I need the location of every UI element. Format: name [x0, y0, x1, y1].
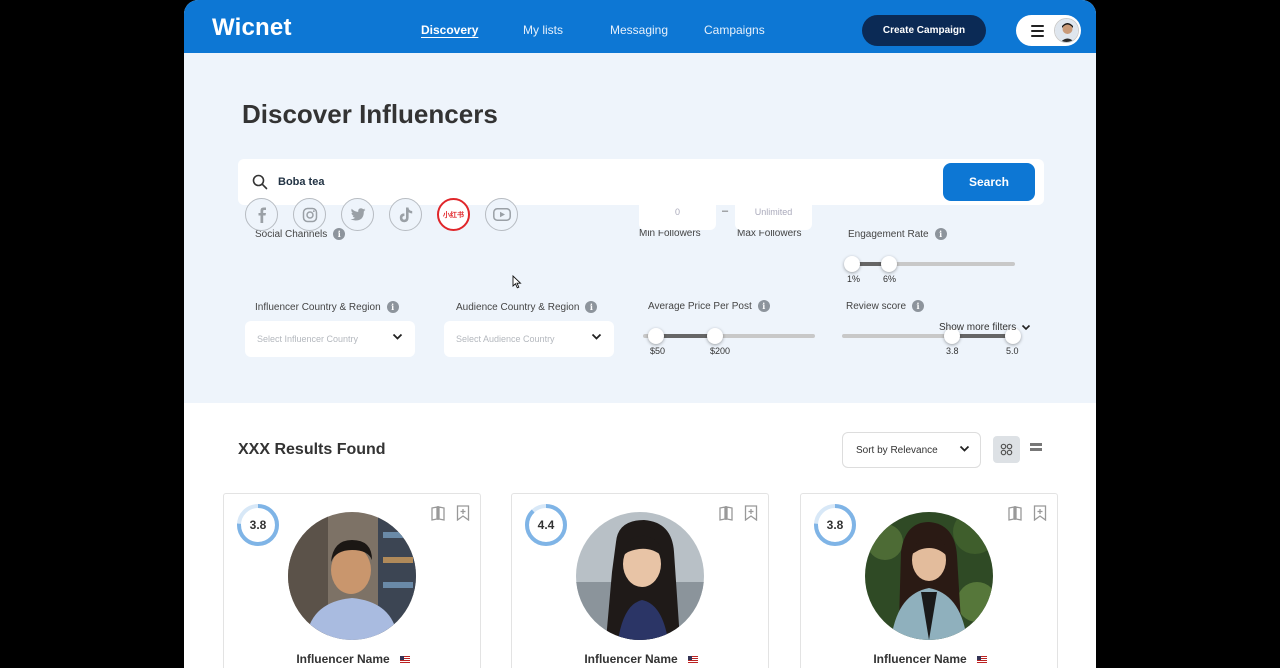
price-min-value: $50 — [650, 346, 666, 356]
review-score-value: 4.4 — [537, 518, 555, 532]
app-window: Wicnet Discovery My lists Messaging Camp… — [184, 0, 1096, 668]
list-view-icon[interactable] — [1030, 443, 1042, 453]
bookmark-add-icon[interactable] — [1033, 505, 1047, 522]
nav-messaging[interactable]: Messaging — [610, 23, 668, 37]
review-max-value: 5.0 — [1006, 346, 1019, 356]
review-score-label: Review score i — [846, 300, 925, 312]
influencer-card[interactable]: 4.4 Influencer Name — [511, 493, 769, 668]
influencer-photo — [288, 512, 416, 640]
influencer-country-label: Influencer Country & Region i — [255, 301, 399, 313]
compare-icon[interactable] — [718, 505, 734, 521]
engagement-min-handle[interactable] — [844, 256, 860, 272]
price-min-handle[interactable] — [648, 328, 664, 344]
grid-view-icon — [1000, 443, 1013, 456]
chevron-down-icon — [392, 333, 403, 340]
review-min-value: 3.8 — [946, 346, 959, 356]
bookmark-add-icon[interactable] — [456, 505, 470, 522]
review-score-range — [952, 334, 1013, 338]
engagement-min-value: 1% — [847, 274, 861, 284]
create-campaign-button[interactable]: Create Campaign — [862, 15, 986, 46]
influencer-name[interactable]: Influencer Name — [584, 652, 677, 666]
range-dash: – — [722, 205, 729, 217]
us-flag-icon — [399, 656, 410, 664]
price-max-handle[interactable] — [707, 328, 723, 344]
max-followers-input[interactable]: Unlimited — [735, 194, 812, 230]
social-channels-label: Social Channels i — [255, 228, 346, 240]
engagement-max-handle[interactable] — [881, 256, 897, 272]
influencer-photo — [865, 512, 993, 640]
influencer-card[interactable]: 3.8 Influencer Name — [800, 493, 1058, 668]
cursor-icon — [512, 275, 522, 289]
influencer-card[interactable]: 3.8 Influencer Name — [223, 493, 481, 668]
user-menu[interactable] — [1016, 15, 1081, 46]
audience-country-select[interactable]: Select Audience Country — [444, 321, 614, 357]
min-followers-input[interactable]: 0 — [639, 194, 716, 230]
youtube-icon[interactable] — [485, 198, 518, 231]
search-input[interactable]: Boba tea — [278, 176, 324, 188]
info-icon[interactable]: i — [912, 300, 925, 312]
search-button[interactable]: Search — [943, 163, 1035, 201]
instagram-icon[interactable] — [293, 198, 326, 231]
logo[interactable]: Wicnet — [212, 14, 292, 42]
price-per-post-label: Average Price Per Post i — [648, 300, 770, 312]
review-score-ring: 3.8 — [813, 503, 857, 547]
sort-select[interactable]: Sort by Relevance — [842, 432, 981, 468]
audience-country-label: Audience Country & Region i — [456, 301, 598, 313]
us-flag-icon — [687, 656, 698, 664]
xiaohongshu-icon[interactable]: 小红书 — [437, 198, 470, 231]
info-icon[interactable]: i — [757, 300, 770, 312]
chevron-down-icon — [1022, 324, 1031, 331]
hamburger-menu-icon — [1031, 25, 1044, 40]
price-max-value: $200 — [710, 346, 731, 356]
review-score-value: 3.8 — [826, 518, 844, 532]
engagement-rate-label: Engagement Rate i — [848, 228, 947, 240]
grid-view-button[interactable] — [993, 436, 1020, 463]
us-flag-icon — [976, 656, 987, 664]
info-icon[interactable]: i — [386, 301, 399, 313]
avatar — [1054, 18, 1079, 43]
engagement-max-value: 6% — [883, 274, 897, 284]
chevron-down-icon — [591, 333, 602, 340]
bookmark-add-icon[interactable] — [744, 505, 758, 522]
search-icon — [252, 174, 268, 190]
chevron-down-icon — [959, 445, 970, 452]
influencer-name[interactable]: Influencer Name — [873, 652, 966, 666]
review-score-ring: 3.8 — [236, 503, 280, 547]
nav-campaigns[interactable]: Campaigns — [704, 23, 765, 37]
info-icon[interactable]: i — [333, 228, 346, 240]
facebook-icon[interactable] — [245, 198, 278, 231]
influencer-name[interactable]: Influencer Name — [296, 652, 389, 666]
info-icon[interactable]: i — [585, 301, 598, 313]
info-icon[interactable]: i — [934, 228, 947, 240]
influencer-photo — [576, 512, 704, 640]
show-more-filters-button[interactable]: Show more filters — [939, 322, 1031, 333]
review-score-ring: 4.4 — [524, 503, 568, 547]
results-count: XXX Results Found — [238, 441, 386, 458]
page-title: Discover Influencers — [242, 99, 498, 129]
review-score-value: 3.8 — [249, 518, 267, 532]
tiktok-icon[interactable] — [389, 198, 422, 231]
nav-discovery[interactable]: Discovery — [421, 23, 478, 37]
top-navigation-bar: Wicnet Discovery My lists Messaging Camp… — [184, 0, 1096, 53]
influencer-country-select[interactable]: Select Influencer Country — [245, 321, 415, 357]
twitter-icon[interactable] — [341, 198, 374, 231]
compare-icon[interactable] — [430, 505, 446, 521]
compare-icon[interactable] — [1007, 505, 1023, 521]
nav-my-lists[interactable]: My lists — [523, 23, 563, 37]
